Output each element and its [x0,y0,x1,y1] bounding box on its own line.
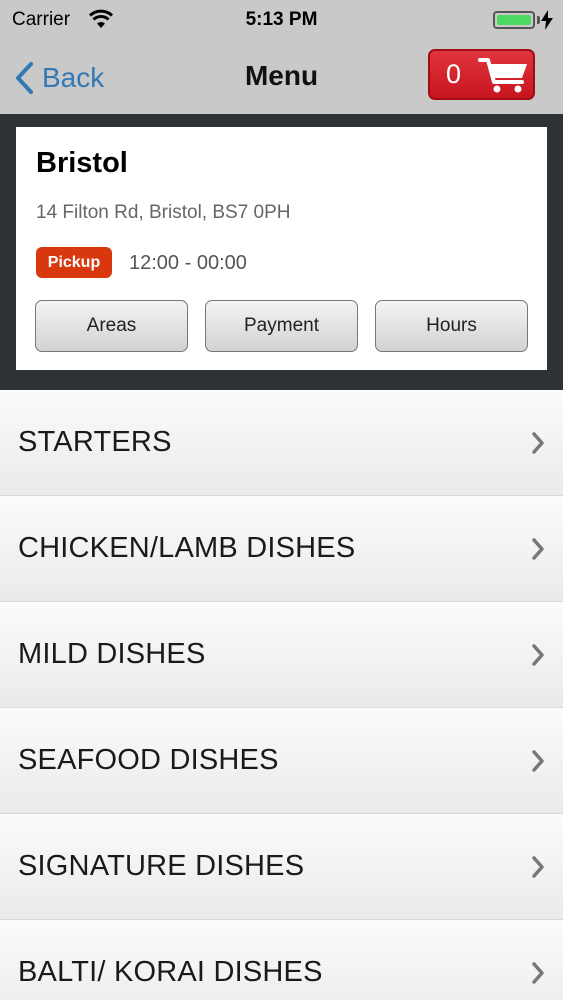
menu-item-chicken-lamb[interactable]: CHICKEN/LAMB DISHES [0,496,563,602]
payment-button[interactable]: Payment [205,300,358,352]
store-address: 14 Filton Rd, Bristol, BS7 0PH [36,202,291,223]
store-info-panel: Bristol 14 Filton Rd, Bristol, BS7 0PH P… [0,114,563,390]
cart-icon [478,57,527,92]
menu-category-list: STARTERS CHICKEN/LAMB DISHES MILD DISHES… [0,390,563,1000]
menu-item-label: MILD DISHES [18,638,206,670]
cart-count: 0 [446,59,462,89]
menu-item-starters[interactable]: STARTERS [0,390,563,496]
battery-icon [493,11,535,29]
status-bar: Carrier 5:13 PM [0,0,563,40]
menu-item-label: CHICKEN/LAMB DISHES [18,532,356,564]
battery-cap [537,16,540,24]
chevron-right-icon [532,432,544,454]
chevron-right-icon [532,538,544,560]
chevron-right-icon [532,962,544,984]
status-time: 5:13 PM [245,9,318,30]
cart-button[interactable]: 0 [428,49,535,100]
chevron-left-icon [16,62,33,94]
navigation-bar: Back Menu 0 [0,40,563,114]
bolt-icon [541,10,553,35]
pickup-badge: Pickup [36,247,112,278]
opening-hours: 12:00 - 00:00 [129,252,247,274]
back-button[interactable]: Back [14,58,104,98]
chevron-right-icon [532,750,544,772]
areas-button[interactable]: Areas [35,300,188,352]
menu-item-label: SIGNATURE DISHES [18,850,305,882]
back-label: Back [42,62,105,93]
hours-button[interactable]: Hours [375,300,528,352]
menu-item-signature[interactable]: SIGNATURE DISHES [0,814,563,920]
menu-item-mild[interactable]: MILD DISHES [0,602,563,708]
menu-item-balti-korai[interactable]: BALTI/ KORAI DISHES [0,920,563,1000]
menu-item-label: SEAFOOD DISHES [18,744,279,776]
store-name: Bristol [36,147,128,179]
menu-item-label: STARTERS [18,426,172,458]
chevron-right-icon [532,856,544,878]
chevron-right-icon [532,644,544,666]
store-card: Bristol 14 Filton Rd, Bristol, BS7 0PH P… [16,127,547,370]
menu-item-seafood[interactable]: SEAFOOD DISHES [0,708,563,814]
menu-item-label: BALTI/ KORAI DISHES [18,956,323,988]
